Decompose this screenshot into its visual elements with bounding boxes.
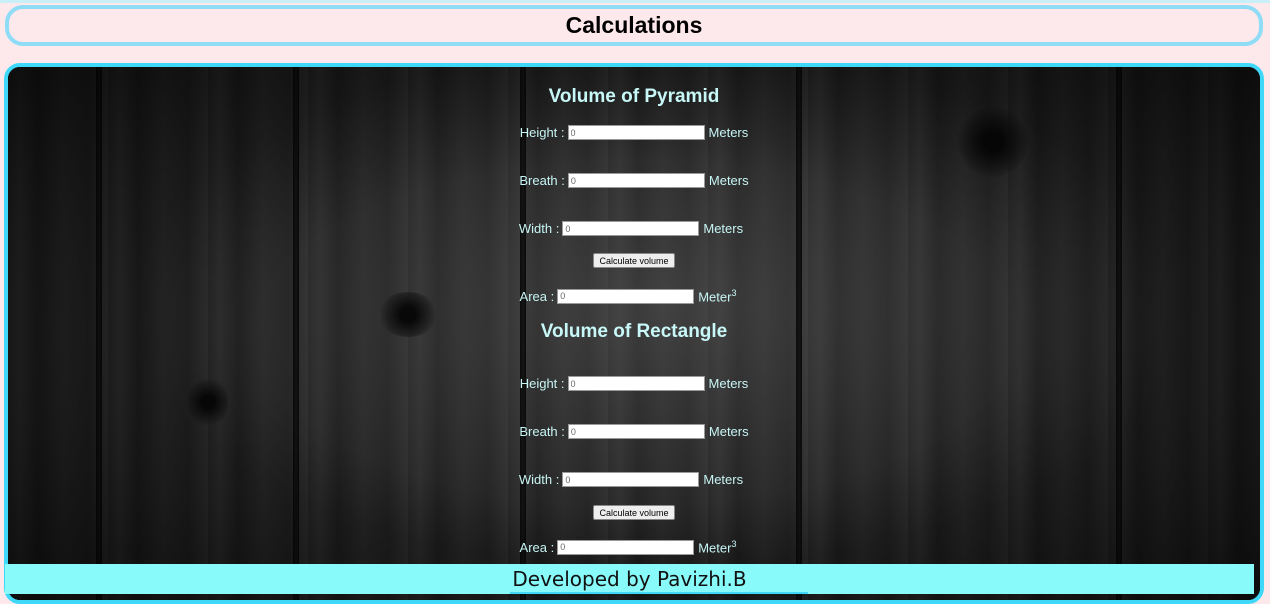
pyramid-width-input[interactable] <box>562 221 700 236</box>
pyramid-area-row: Area : Meter3 <box>8 288 1260 304</box>
pyramid-area-label: Area : <box>519 288 555 304</box>
rectangle-area-row: Area : Meter3 <box>8 539 1260 555</box>
pyramid-height-label: Height : <box>519 125 565 140</box>
pyramid-calculate-button[interactable]: Calculate volume <box>593 253 675 268</box>
header-bar: Calculations <box>5 5 1263 46</box>
rectangle-width-label: Width : <box>518 472 560 487</box>
rectangle-breath-label: Breath : <box>519 424 565 439</box>
rectangle-title: Volume of Rectangle <box>540 321 728 342</box>
rectangle-breath-input[interactable] <box>567 424 705 439</box>
pyramid-area-unit: Meter3 <box>698 288 736 304</box>
rectangle-breath-unit: Meters <box>708 424 749 439</box>
pyramid-height-input[interactable] <box>567 125 705 140</box>
pyramid-area-unit-text: Meter <box>698 289 732 305</box>
rectangle-calculate-button[interactable]: Calculate volume <box>593 505 675 520</box>
footer-underline <box>510 592 808 594</box>
rectangle-width-unit: Meters <box>703 472 744 487</box>
pyramid-area-output[interactable] <box>557 288 695 304</box>
pyramid-breath-label: Breath : <box>519 173 565 188</box>
pyramid-breath-unit: Meters <box>708 173 749 188</box>
pyramid-width-row: Width : Meters <box>8 221 1260 236</box>
page-title: Calculations <box>565 12 703 38</box>
pyramid-title: Volume of Pyramid <box>548 86 720 107</box>
rectangle-height-input[interactable] <box>567 376 705 391</box>
rectangle-width-input[interactable] <box>562 472 700 487</box>
pyramid-height-row: Height : Meters <box>8 125 1260 140</box>
rectangle-breath-row: Breath : Meters <box>8 424 1260 439</box>
pyramid-button-row: Calculate volume <box>8 253 1260 268</box>
pyramid-area-exponent: 3 <box>731 288 737 298</box>
rectangle-width-row: Width : Meters <box>8 472 1260 487</box>
pyramid-width-unit: Meters <box>703 221 744 236</box>
footer-credit: Developed by Pavizhi.B <box>512 567 747 591</box>
rectangle-area-unit-text: Meter <box>698 540 732 556</box>
rectangle-area-exponent: 3 <box>731 539 737 549</box>
pyramid-width-label: Width : <box>518 221 560 236</box>
pyramid-height-unit: Meters <box>708 125 749 140</box>
rectangle-area-label: Area : <box>519 539 555 555</box>
calculator-panel: Volume of Pyramid Height : Meters Breath… <box>4 63 1264 604</box>
top-strip <box>0 0 1270 3</box>
rectangle-button-row: Calculate volume <box>8 505 1260 520</box>
pyramid-breath-row: Breath : Meters <box>8 173 1260 188</box>
rectangle-area-output[interactable] <box>557 539 695 555</box>
pyramid-breath-input[interactable] <box>567 173 705 188</box>
rectangle-area-unit: Meter3 <box>698 539 736 555</box>
footer-bar: Developed by Pavizhi.B <box>5 564 1254 594</box>
rectangle-height-label: Height : <box>519 376 565 391</box>
rectangle-height-row: Height : Meters <box>8 376 1260 391</box>
rectangle-height-unit: Meters <box>708 376 749 391</box>
